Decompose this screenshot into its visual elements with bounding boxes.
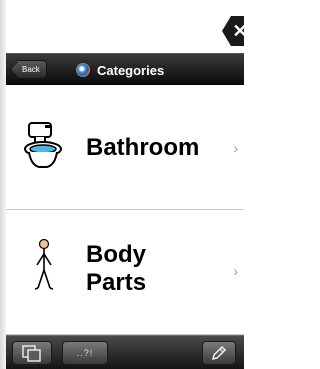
message-entry-bar[interactable]: ✕: [6, 0, 244, 53]
category-row-body-parts[interactable]: Body Parts ›: [6, 210, 244, 335]
edit-button[interactable]: [202, 341, 236, 365]
navigation-bar: Back Categories: [6, 53, 244, 85]
category-label: Body Parts: [86, 241, 147, 296]
category-label: Bathroom: [86, 134, 200, 161]
page-title: Categories: [97, 62, 165, 78]
back-button[interactable]: Back: [11, 60, 47, 79]
punctuation-button[interactable]: ..?!: [62, 341, 108, 365]
bottom-toolbar: ..?!: [6, 335, 244, 369]
copy-icon: [22, 345, 41, 362]
app-screen: ✕ Back Categories Bathroom › Body Parts …: [0, 0, 244, 369]
chevron-right-icon: ›: [233, 140, 238, 156]
nav-title-group: Categories: [76, 54, 164, 86]
chevron-right-icon: ›: [233, 263, 238, 279]
category-list: Bathroom › Body Parts ›: [6, 85, 244, 335]
category-row-bathroom[interactable]: Bathroom ›: [6, 85, 244, 210]
copy-button[interactable]: [12, 341, 52, 365]
person-figure-icon: [34, 238, 54, 290]
clear-button[interactable]: ✕: [222, 16, 244, 46]
globe-icon: [76, 63, 90, 77]
toilet-icon: [24, 122, 62, 168]
pencil-icon: [211, 345, 227, 361]
